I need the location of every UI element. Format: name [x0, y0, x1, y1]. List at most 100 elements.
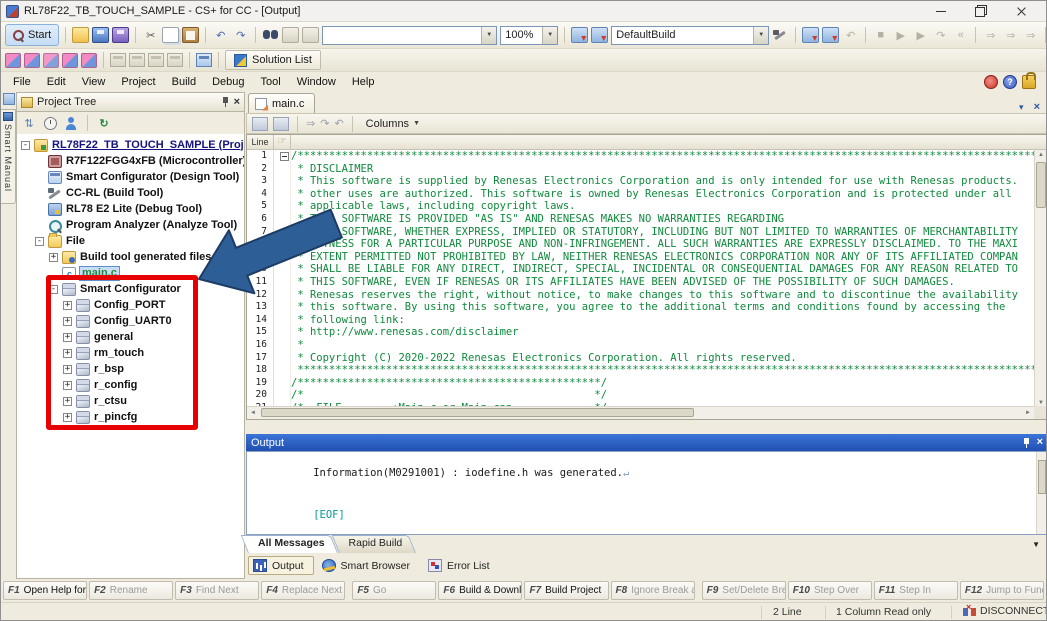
line-marker-column[interactable]	[274, 389, 291, 402]
code-line[interactable]: 10 * SHALL BE LIABLE FOR ANY DIRECT, IND…	[247, 263, 1034, 276]
menu-item[interactable]: Edit	[39, 73, 74, 91]
dock-tab[interactable]: Error List	[423, 556, 500, 575]
close-icon[interactable]	[1001, 1, 1041, 21]
tree-item[interactable]: CC-RL (Build Tool)	[17, 185, 244, 201]
output-close-icon[interactable]: ×	[1037, 437, 1043, 448]
line-marker-column[interactable]	[274, 326, 291, 339]
fkey-button[interactable]: F9 Set/Delete Bre...	[702, 581, 786, 600]
fkey-button[interactable]: F6 Build & Downl...	[438, 581, 522, 600]
line-marker-column[interactable]	[274, 352, 291, 365]
menu-item[interactable]: Help	[344, 73, 383, 91]
search-dropdown-icon[interactable]: ▼	[481, 27, 496, 44]
mixed-display-icon[interactable]	[252, 117, 268, 131]
pane-overflow-icon[interactable]: ▼	[1032, 540, 1040, 549]
menu-item[interactable]: Project	[113, 73, 163, 91]
window-layout-3-icon[interactable]	[148, 53, 164, 67]
run-no-break-icon[interactable]: ▶	[912, 27, 929, 43]
scroll-up-icon[interactable]: ▲	[1035, 152, 1047, 158]
step-out-icon[interactable]: ⇒	[1022, 27, 1039, 43]
timestamp-sort-icon[interactable]	[42, 116, 58, 131]
tab-list-dropdown-icon[interactable]: ▾	[1019, 102, 1024, 113]
help-icon[interactable]	[1003, 75, 1017, 89]
update-dependencies-icon[interactable]	[591, 27, 608, 43]
find-icon[interactable]	[262, 27, 279, 43]
find-next-icon[interactable]	[282, 27, 299, 43]
code-line[interactable]: 19 /************************************…	[247, 377, 1034, 390]
address-display-icon[interactable]	[273, 117, 289, 131]
window-layout-2-icon[interactable]	[129, 53, 145, 67]
restore-icon[interactable]	[961, 1, 1001, 21]
menu-item[interactable]: View	[74, 73, 114, 91]
rapid-build-icon[interactable]	[571, 27, 588, 43]
code-line[interactable]: 11 * THIS SOFTWARE, EVEN IF RENESAS OR I…	[247, 276, 1034, 289]
code-line[interactable]: 2 * DISCLAIMER	[247, 163, 1034, 176]
scroll-left-icon[interactable]: ◄	[250, 410, 256, 416]
solution-list-button[interactable]: Solution List	[225, 50, 321, 70]
code-line[interactable]: 14 * following link:	[247, 314, 1034, 327]
open-project-icon[interactable]	[72, 27, 89, 43]
line-marker-column[interactable]	[274, 364, 291, 377]
build-download-icon[interactable]	[802, 27, 819, 43]
fkey-button[interactable]: F8 Ignore Break a...	[611, 581, 695, 600]
fkey-button[interactable]: F10 Step Over	[788, 581, 872, 600]
code-line[interactable]: 16 *	[247, 339, 1034, 352]
refresh-icon[interactable]: ↻	[96, 116, 112, 131]
add-subproject-icon[interactable]	[62, 53, 78, 68]
jump-icon[interactable]: ⇒	[306, 117, 315, 130]
menu-item[interactable]: Build	[164, 73, 204, 91]
line-marker-column[interactable]	[274, 377, 291, 390]
code-line[interactable]: 6 * THIS SOFTWARE IS PROVIDED "AS IS" AN…	[247, 213, 1034, 226]
tree-item[interactable]: Smart Configurator (Design Tool)	[17, 169, 244, 185]
fkey-button[interactable]: F4 Replace Next	[261, 581, 345, 600]
license-icon[interactable]	[1022, 75, 1036, 89]
vertical-scroll-thumb[interactable]	[1036, 162, 1046, 208]
forward-history-icon[interactable]: ↷	[320, 117, 329, 130]
download-icon[interactable]	[822, 27, 839, 43]
step-over-icon[interactable]: ⇒	[1002, 27, 1019, 43]
find-in-files-icon[interactable]	[302, 27, 319, 43]
code-line[interactable]: 18 *************************************…	[247, 364, 1034, 377]
back-history-icon[interactable]: ↶	[334, 117, 343, 130]
fkey-button[interactable]: F11 Step In	[874, 581, 958, 600]
panel-close-icon[interactable]: ×	[234, 97, 240, 108]
message-tab[interactable]: All Messages	[248, 535, 343, 553]
save-all-icon[interactable]	[112, 27, 129, 43]
code-line[interactable]: 7 * THIS SOFTWARE, WHETHER EXPRESS, IMPL…	[247, 226, 1034, 239]
line-marker-column[interactable]	[274, 175, 291, 188]
reset-layout-icon[interactable]	[196, 53, 212, 67]
window-layout-1-icon[interactable]	[110, 53, 126, 67]
line-marker-column[interactable]	[274, 188, 291, 201]
open-solution-icon[interactable]	[24, 53, 40, 68]
copy-icon[interactable]	[162, 27, 179, 43]
tree-expander-icon[interactable]: -	[35, 237, 44, 246]
output-body[interactable]: Information(M0291001) : iodefine.h was g…	[246, 451, 1047, 535]
code-line[interactable]: 8 * FITNESS FOR A PARTICULAR PURPOSE AND…	[247, 238, 1034, 251]
paste-icon[interactable]	[182, 27, 199, 43]
code-line[interactable]: 9 * EXTENT PERMITTED NOT PROHIBITED BY L…	[247, 251, 1034, 264]
zoom-combobox[interactable]: 100% ▼	[500, 26, 558, 45]
sort-icon[interactable]: ⇅	[21, 116, 37, 131]
code-line[interactable]: 13 * this software. By using this softwa…	[247, 301, 1034, 314]
save-project-icon[interactable]	[92, 27, 109, 43]
new-project-icon[interactable]	[5, 53, 21, 68]
menu-item[interactable]: Debug	[204, 73, 252, 91]
fkey-button[interactable]: F1 Open Help for...	[3, 581, 87, 600]
horizontal-scroll-thumb[interactable]	[261, 408, 694, 417]
pin-icon[interactable]	[221, 96, 230, 108]
output-scrollbar[interactable]	[1036, 452, 1047, 534]
document-close-icon[interactable]: ×	[1034, 101, 1040, 113]
tree-expander-icon[interactable]: -	[21, 141, 30, 150]
menu-item[interactable]: File	[5, 73, 39, 91]
editor-vertical-scrollbar[interactable]: ▲ ▼	[1034, 150, 1047, 408]
output-pin-icon[interactable]	[1022, 437, 1031, 449]
build-mode-combobox[interactable]: DefaultBuild ▼	[611, 26, 769, 45]
window-layout-4-icon[interactable]	[167, 53, 183, 67]
code-line[interactable]: 1 /*************************************…	[247, 150, 1034, 163]
zoom-dropdown-icon[interactable]: ▼	[542, 27, 557, 44]
code-line[interactable]: 15 * http://www.renesas.com/disclaimer	[247, 326, 1034, 339]
output-scroll-thumb[interactable]	[1038, 460, 1046, 494]
message-tab[interactable]: Rapid Build	[339, 535, 421, 553]
smart-manual-tab[interactable]: Smart Manual	[1, 109, 16, 204]
dock-tab[interactable]: Output	[248, 556, 314, 575]
dock-tab[interactable]: Smart Browser	[317, 556, 420, 575]
